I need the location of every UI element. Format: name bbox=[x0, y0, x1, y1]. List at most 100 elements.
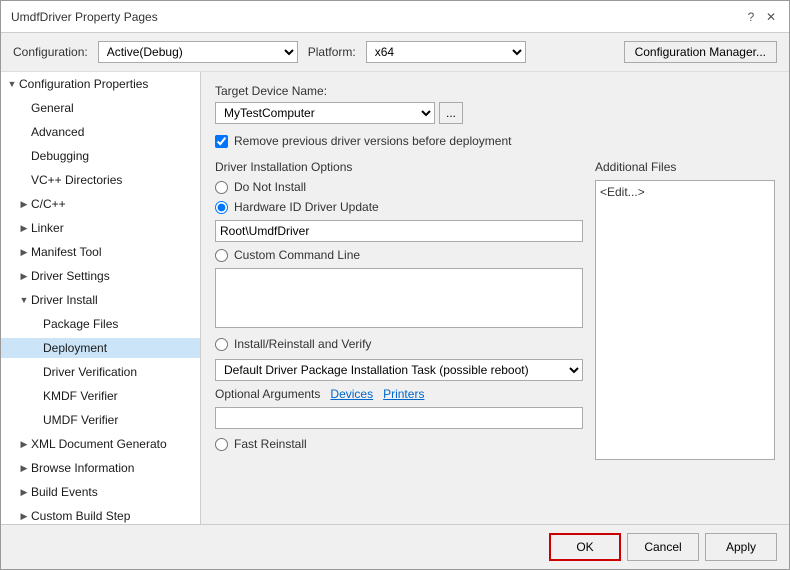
tree-label-xml-doc: XML Document Generato bbox=[31, 437, 167, 451]
do-not-install-label: Do Not Install bbox=[234, 180, 306, 194]
arrow-manifest-tool: ▶ bbox=[17, 247, 31, 258]
cancel-button[interactable]: Cancel bbox=[627, 533, 699, 561]
target-device-label: Target Device Name: bbox=[215, 84, 775, 98]
title-bar: UmdfDriver Property Pages ? ✕ bbox=[1, 1, 789, 33]
left-column: Driver Installation Options Do Not Insta… bbox=[215, 160, 583, 460]
hardware-id-radio[interactable] bbox=[215, 201, 228, 214]
tree-label-driver-install: Driver Install bbox=[31, 293, 98, 307]
install-reinstall-label: Install/Reinstall and Verify bbox=[234, 337, 371, 351]
remove-versions-checkbox[interactable] bbox=[215, 135, 228, 148]
install-reinstall-option: Install/Reinstall and Verify bbox=[215, 337, 583, 351]
tree-item-debugging[interactable]: Debugging bbox=[1, 144, 200, 168]
tree-item-driver-verification[interactable]: Driver Verification bbox=[1, 360, 200, 384]
remove-versions-checkbox-row: Remove previous driver versions before d… bbox=[215, 134, 775, 148]
hardware-id-label: Hardware ID Driver Update bbox=[234, 200, 379, 214]
optional-args-label: Optional Arguments bbox=[215, 387, 320, 401]
tree-label-custom-build: Custom Build Step bbox=[31, 509, 130, 523]
arrow-xml-doc: ▶ bbox=[17, 439, 31, 450]
close-button[interactable]: ✕ bbox=[763, 9, 779, 25]
tree-label-debugging: Debugging bbox=[31, 149, 89, 163]
tree-item-vc-dirs[interactable]: VC++ Directories bbox=[1, 168, 200, 192]
two-column-layout: Driver Installation Options Do Not Insta… bbox=[215, 160, 775, 460]
right-column: Additional Files <Edit...> bbox=[595, 160, 775, 460]
button-row: OK Cancel Apply bbox=[1, 524, 789, 569]
tree-label-browse-info: Browse Information bbox=[31, 461, 134, 475]
tree-label-cpp: C/C++ bbox=[31, 197, 66, 211]
remove-versions-label: Remove previous driver versions before d… bbox=[234, 134, 511, 148]
tree-item-advanced[interactable]: Advanced bbox=[1, 120, 200, 144]
optional-args-input[interactable] bbox=[215, 407, 583, 429]
window-title: UmdfDriver Property Pages bbox=[11, 10, 158, 24]
tree-item-deployment[interactable]: Deployment bbox=[1, 336, 200, 360]
additional-files-label: Additional Files bbox=[595, 160, 775, 174]
platform-select[interactable]: x64 bbox=[366, 41, 526, 63]
tree-item-xml-doc[interactable]: ▶ XML Document Generato bbox=[1, 432, 200, 456]
tree-label-vc-dirs: VC++ Directories bbox=[31, 173, 122, 187]
arrow-linker: ▶ bbox=[17, 223, 31, 234]
target-device-row: MyTestComputer ... bbox=[215, 102, 775, 124]
custom-cmd-label: Custom Command Line bbox=[234, 248, 360, 262]
custom-cmd-textarea[interactable] bbox=[215, 268, 583, 328]
configuration-select[interactable]: Active(Debug) bbox=[98, 41, 298, 63]
additional-files-placeholder: <Edit...> bbox=[600, 185, 645, 199]
tree-item-manifest-tool[interactable]: ▶ Manifest Tool bbox=[1, 240, 200, 264]
hardware-id-input[interactable] bbox=[215, 220, 583, 242]
tree-label-package-files: Package Files bbox=[43, 317, 118, 331]
right-panel: Target Device Name: MyTestComputer ... R… bbox=[201, 72, 789, 524]
printers-link[interactable]: Printers bbox=[383, 387, 424, 401]
tree-panel: ▼ Configuration Properties General Advan… bbox=[1, 72, 201, 524]
do-not-install-option: Do Not Install bbox=[215, 180, 583, 194]
hardware-id-option: Hardware ID Driver Update bbox=[215, 200, 583, 214]
tree-item-build-events[interactable]: ▶ Build Events bbox=[1, 480, 200, 504]
arrow-custom-build: ▶ bbox=[17, 511, 31, 522]
fast-reinstall-radio[interactable] bbox=[215, 438, 228, 451]
tree-item-browse-info[interactable]: ▶ Browse Information bbox=[1, 456, 200, 480]
tree-item-config-props[interactable]: ▼ Configuration Properties bbox=[1, 72, 200, 96]
arrow-cpp: ▶ bbox=[17, 199, 31, 210]
install-select-row: Default Driver Package Installation Task… bbox=[215, 359, 583, 381]
custom-cmd-radio[interactable] bbox=[215, 249, 228, 262]
configuration-label: Configuration: bbox=[13, 45, 88, 59]
tree-item-umdf-verifier[interactable]: UMDF Verifier bbox=[1, 408, 200, 432]
tree-label-manifest-tool: Manifest Tool bbox=[31, 245, 101, 259]
ok-button[interactable]: OK bbox=[549, 533, 621, 561]
arrow-driver-settings: ▶ bbox=[17, 271, 31, 282]
fast-reinstall-label: Fast Reinstall bbox=[234, 437, 307, 451]
tree-label-build-events: Build Events bbox=[31, 485, 98, 499]
tree-item-driver-settings[interactable]: ▶ Driver Settings bbox=[1, 264, 200, 288]
tree-label-general: General bbox=[31, 101, 74, 115]
tree-label-driver-verification: Driver Verification bbox=[43, 365, 137, 379]
target-device-select[interactable]: MyTestComputer bbox=[215, 102, 435, 124]
additional-files-box[interactable]: <Edit...> bbox=[595, 180, 775, 460]
tree-item-driver-install[interactable]: ▼ Driver Install bbox=[1, 288, 200, 312]
tree-item-cpp[interactable]: ▶ C/C++ bbox=[1, 192, 200, 216]
help-button[interactable]: ? bbox=[743, 9, 759, 25]
dots-button[interactable]: ... bbox=[439, 102, 463, 124]
title-bar-controls: ? ✕ bbox=[743, 9, 779, 25]
tree-label-driver-settings: Driver Settings bbox=[31, 269, 110, 283]
tree-label-kmdf-verifier: KMDF Verifier bbox=[43, 389, 118, 403]
platform-label: Platform: bbox=[308, 45, 356, 59]
do-not-install-radio[interactable] bbox=[215, 181, 228, 194]
install-reinstall-radio[interactable] bbox=[215, 338, 228, 351]
main-content: ▼ Configuration Properties General Advan… bbox=[1, 72, 789, 524]
custom-cmd-option: Custom Command Line bbox=[215, 248, 583, 262]
tree-item-kmdf-verifier[interactable]: KMDF Verifier bbox=[1, 384, 200, 408]
optional-args-row: Optional Arguments Devices Printers bbox=[215, 387, 583, 401]
config-manager-button[interactable]: Configuration Manager... bbox=[624, 41, 777, 63]
tree-item-custom-build[interactable]: ▶ Custom Build Step bbox=[1, 504, 200, 524]
tree-label-linker: Linker bbox=[31, 221, 64, 235]
tree-item-package-files[interactable]: Package Files bbox=[1, 312, 200, 336]
apply-button[interactable]: Apply bbox=[705, 533, 777, 561]
install-task-select[interactable]: Default Driver Package Installation Task… bbox=[215, 359, 583, 381]
tree-label-advanced: Advanced bbox=[31, 125, 84, 139]
tree-label-umdf-verifier: UMDF Verifier bbox=[43, 413, 118, 427]
tree-item-linker[interactable]: ▶ Linker bbox=[1, 216, 200, 240]
config-row: Configuration: Active(Debug) Platform: x… bbox=[1, 33, 789, 72]
tree-item-general[interactable]: General bbox=[1, 96, 200, 120]
tree-label-deployment: Deployment bbox=[43, 341, 107, 355]
devices-link[interactable]: Devices bbox=[330, 387, 373, 401]
tree-label-config-props: Configuration Properties bbox=[19, 77, 148, 91]
driver-install-section-title: Driver Installation Options bbox=[215, 160, 583, 174]
expand-arrow-config-props: ▼ bbox=[5, 79, 19, 89]
